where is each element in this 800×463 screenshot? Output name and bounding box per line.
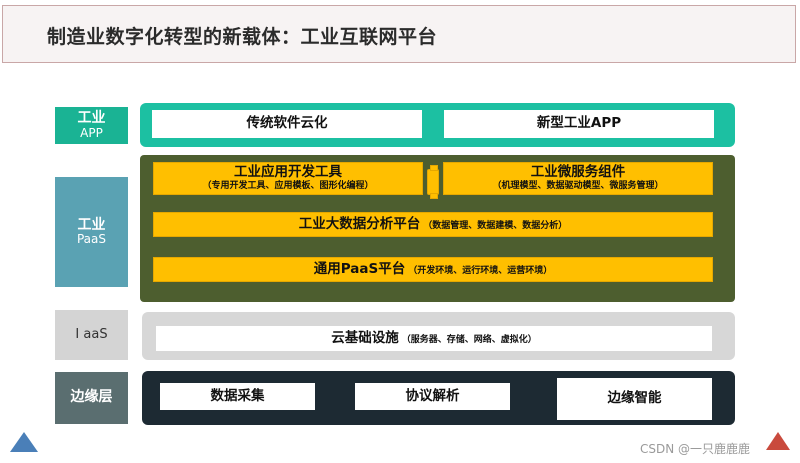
paas-connector-icon [427,165,439,199]
edge-box-data-collection-label: 数据采集 [210,387,265,404]
app-box-new-industrial-app: 新型工业APP [444,110,714,138]
paas-box-bigdata: 工业大数据分析平台 （数据管理、数据建模、数据分析） [153,212,713,237]
layer-label-edge: 边缘层 [55,372,128,424]
iaas-box-cloud-infra: 云基础设施 （服务器、存储、网络、虚拟化） [156,326,712,351]
paas-box-general: 通用PaaS平台 （开发环境、运行环境、运营环境） [153,257,713,282]
corner-triangle-icon-right [766,432,790,450]
paas-box-dev-tools-title: 工业应用开发工具 [234,164,342,181]
layer-label-paas: 工业 PaaS [55,177,128,287]
watermark: CSDN @一只鹿鹿鹿 [640,442,751,456]
layer-label-paas-line1: 工业 [77,216,106,233]
layer-label-iaas: I aaS [55,310,128,360]
iaas-box-cloud-infra-sub: （服务器、存储、网络、虚拟化） [401,334,537,345]
title-banner: 制造业数字化转型的新载体：工业互联网平台 [2,5,796,63]
app-box-legacy-cloud: 传统软件云化 [152,110,422,138]
paas-box-microservices: 工业微服务组件 （机理模型、数据驱动模型、微服务管理） [443,162,713,195]
corner-triangle-icon-left [10,432,38,452]
paas-box-dev-tools-sub: （专用开发工具、应用模板、图形化编程） [202,180,374,191]
paas-box-dev-tools: 工业应用开发工具 （专用开发工具、应用模板、图形化编程） [153,162,423,195]
layer-label-app: 工业 APP [55,107,128,144]
paas-box-general-title: 通用PaaS平台 [313,260,406,277]
paas-box-microservices-sub: （机理模型、数据驱动模型、微服务管理） [492,180,664,191]
layer-label-app-line1: 工业 [77,110,106,127]
paas-box-general-sub: （开发环境、运行环境、运营环境） [408,265,553,276]
app-box-legacy-cloud-label: 传统软件云化 [246,115,328,132]
layer-label-app-line2: APP [80,125,103,140]
app-box-new-industrial-app-label: 新型工业APP [536,115,622,132]
edge-box-edge-intelligence: 边缘智能 [557,378,712,420]
edge-box-protocol-parsing: 协议解析 [355,383,510,410]
edge-box-data-collection: 数据采集 [160,383,315,410]
layer-label-edge-text: 边缘层 [70,389,113,406]
paas-box-microservices-title: 工业微服务组件 [530,164,626,181]
iaas-box-cloud-infra-title: 云基础设施 [331,329,399,346]
page-title: 制造业数字化转型的新载体：工业互联网平台 [47,26,438,48]
paas-box-bigdata-sub: （数据管理、数据建模、数据分析） [423,220,568,231]
edge-box-edge-intelligence-label: 边缘智能 [607,390,662,407]
paas-box-bigdata-title: 工业大数据分析平台 [298,215,421,232]
edge-box-protocol-parsing-label: 协议解析 [405,387,460,404]
layer-label-iaas-text: I aaS [75,326,108,342]
layer-label-paas-line2: PaaS [76,232,107,247]
